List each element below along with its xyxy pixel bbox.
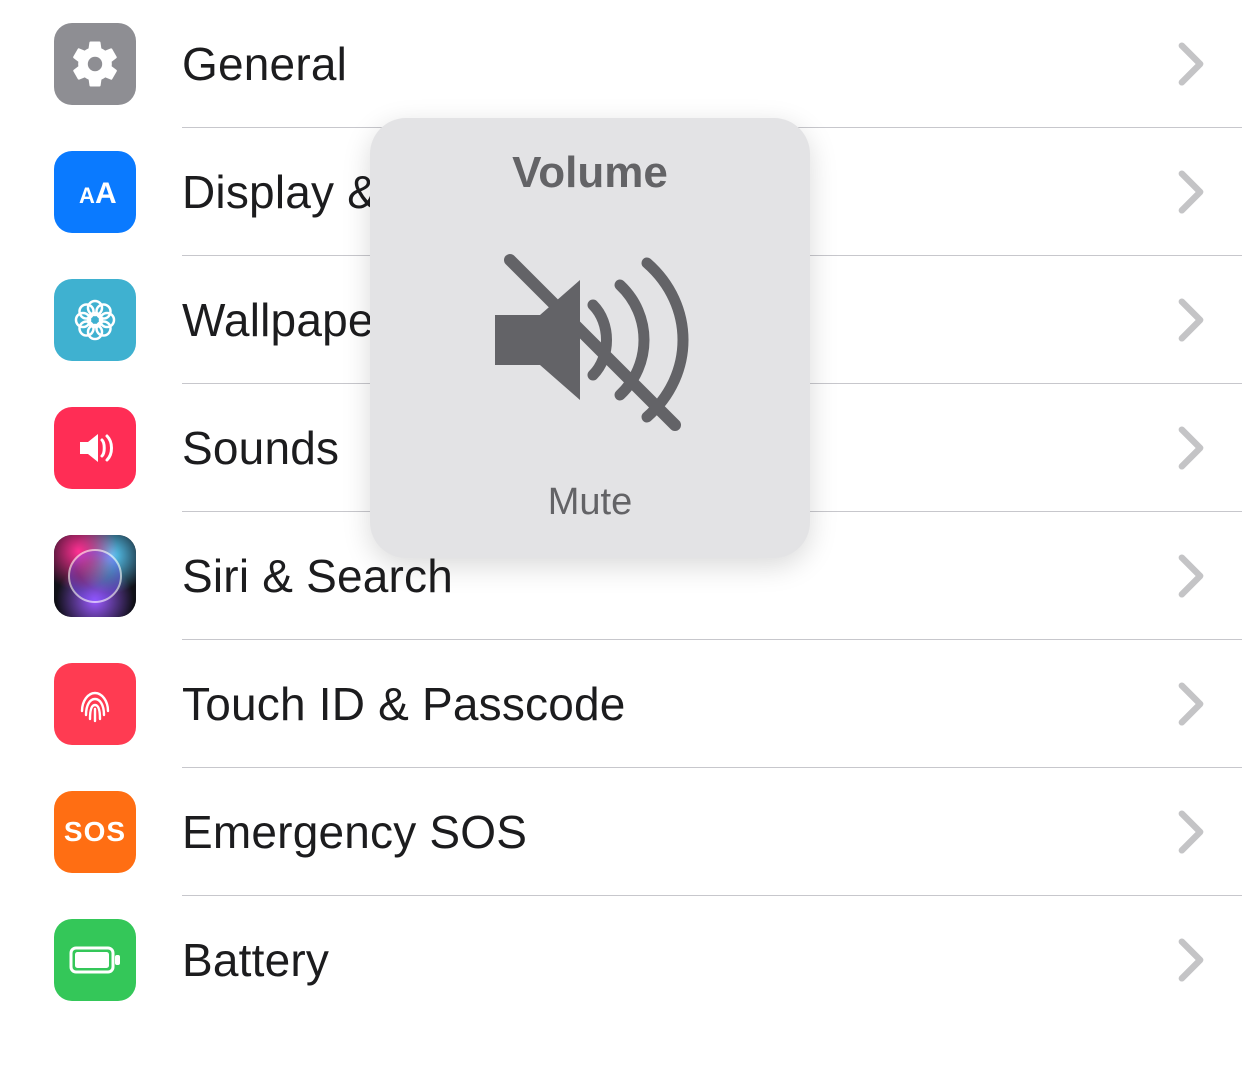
gear-icon <box>54 23 136 105</box>
siri-icon <box>54 535 136 617</box>
hud-title: Volume <box>512 148 668 198</box>
battery-icon <box>54 919 136 1001</box>
row-sos[interactable]: SOS Emergency SOS <box>0 768 1242 896</box>
row-label: General <box>182 37 1178 91</box>
flower-icon <box>54 279 136 361</box>
sos-icon: SOS <box>54 791 136 873</box>
chevron-right-icon <box>1178 938 1204 982</box>
hud-subtitle: Mute <box>548 481 632 524</box>
chevron-right-icon <box>1178 426 1204 470</box>
text-size-icon: A A <box>54 151 136 233</box>
volume-hud: Volume Mute <box>370 118 810 558</box>
chevron-right-icon <box>1178 170 1204 214</box>
row-touchid[interactable]: Touch ID & Passcode <box>0 640 1242 768</box>
speaker-icon <box>54 407 136 489</box>
row-label: Touch ID & Passcode <box>182 677 1178 731</box>
fingerprint-icon <box>54 663 136 745</box>
chevron-right-icon <box>1178 682 1204 726</box>
svg-text:A: A <box>95 177 117 210</box>
chevron-right-icon <box>1178 810 1204 854</box>
chevron-right-icon <box>1178 554 1204 598</box>
row-label: Battery <box>182 933 1178 987</box>
svg-text:A: A <box>79 183 95 208</box>
row-label: Emergency SOS <box>182 805 1178 859</box>
chevron-right-icon <box>1178 298 1204 342</box>
row-battery[interactable]: Battery <box>0 896 1242 1024</box>
speaker-mute-icon <box>475 198 705 481</box>
chevron-right-icon <box>1178 42 1204 86</box>
row-general[interactable]: General <box>0 0 1242 128</box>
